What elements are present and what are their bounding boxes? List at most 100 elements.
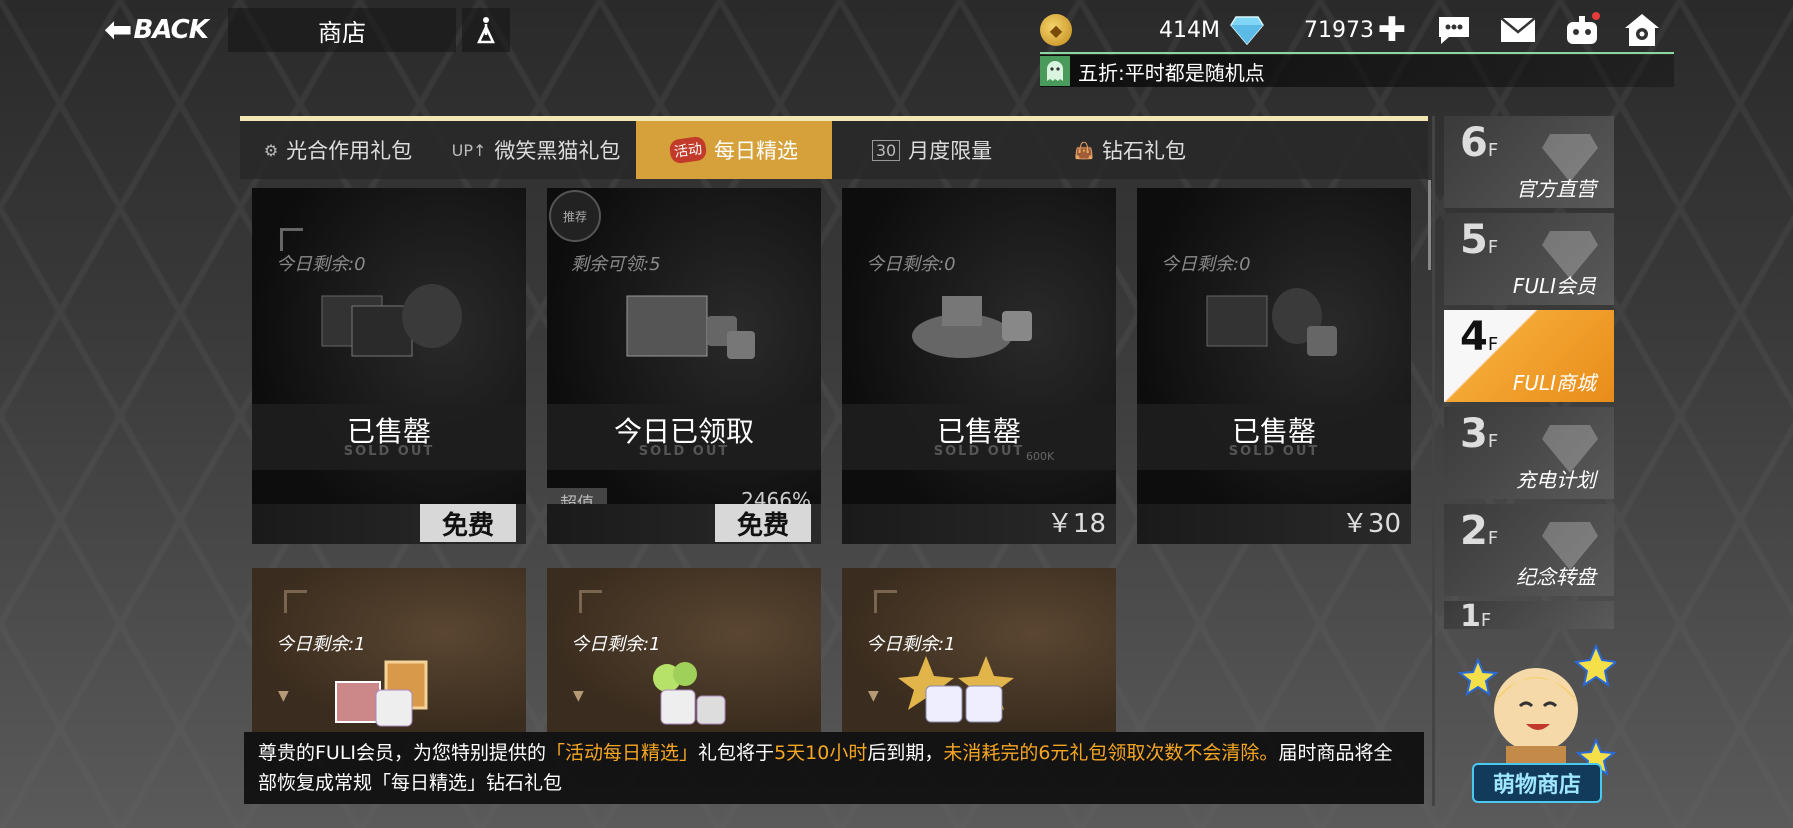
chat-icon xyxy=(1439,17,1469,44)
tab-label: 光合作用礼包 xyxy=(286,139,413,163)
floor-label: FULI会员 xyxy=(1512,274,1596,298)
card-artwork xyxy=(842,188,1116,544)
card-artwork xyxy=(1137,188,1411,544)
card-corner xyxy=(284,590,307,613)
floor-4[interactable]: 4F FULI商城 xyxy=(1444,310,1614,402)
pack-card-5[interactable]: 今日剩余:1 ▼ xyxy=(252,568,526,732)
gold-resource: ◆ xyxy=(1040,10,1072,50)
floor-3[interactable]: 3F 充电计划 xyxy=(1444,407,1614,499)
profile-button[interactable] xyxy=(1562,10,1602,50)
chat-button[interactable] xyxy=(1434,10,1474,50)
sold-out-text: SOLD OUT xyxy=(638,444,730,459)
tab-label: 钻石礼包 xyxy=(1101,139,1186,163)
floor-6[interactable]: 6F 官方直营 xyxy=(1444,116,1614,208)
settings-button[interactable] xyxy=(1622,10,1662,50)
tab-bar: ⚙ 光合作用礼包 UP↑ 微笑黑猫礼包 活动 每日精选 30 月度限量 👜 钻石… xyxy=(240,121,1428,179)
tab-smile-cat[interactable]: UP↑ 微笑黑猫礼包 xyxy=(436,121,636,179)
floor-label: 官方直营 xyxy=(1516,177,1596,201)
floor-label: 纪念转盘 xyxy=(1516,565,1596,589)
diamond-amount: 71973 xyxy=(1304,17,1374,43)
plus-icon: ✚ xyxy=(1377,10,1407,50)
home-gear-icon xyxy=(1625,14,1659,46)
gold-coin-icon: ◆ xyxy=(1040,14,1072,46)
pack-card-1[interactable]: 今日剩余:0 已售罄 SOLD OUT 免费 xyxy=(252,188,526,544)
sold-out-text: SOLD OUT xyxy=(933,444,1025,459)
pack-card-2[interactable]: 推荐 剩余可领:5 今日已领取 SOLD OUT 超值 2466% 免费 xyxy=(547,188,821,544)
floor-number: 5F xyxy=(1460,217,1499,263)
card-corner xyxy=(874,590,897,613)
floor-5[interactable]: 5F FULI会员 xyxy=(1444,213,1614,305)
gold-amount: 414M xyxy=(1159,17,1220,43)
floor-1[interactable]: 1F xyxy=(1444,601,1614,629)
event-badge-icon: 活动 xyxy=(668,135,708,165)
stock-label: 今日剩余:1 xyxy=(571,634,661,655)
price-button[interactable]: ￥18 xyxy=(1047,503,1106,540)
stock-label: 今日剩余:1 xyxy=(276,634,366,655)
notice-segment: 后到期， xyxy=(867,742,944,764)
triangle-marker-icon: ▼ xyxy=(868,688,879,704)
tab-diamond-pack[interactable]: 👜 钻石礼包 xyxy=(1032,121,1228,179)
bag-icon: 👜 xyxy=(1074,140,1094,160)
tab-daily-select[interactable]: 活动 每日精选 xyxy=(636,121,832,179)
floor-number: 1F xyxy=(1460,601,1492,629)
pack-card-7[interactable]: 今日剩余:1 ▼ xyxy=(842,568,1116,732)
mail-button[interactable] xyxy=(1498,10,1538,50)
notice-bar: 五折:平时都是随机点 xyxy=(1040,55,1674,87)
floor-number: 3F xyxy=(1460,411,1499,457)
back-label: BACK xyxy=(133,15,209,45)
tab-photosynthesis[interactable]: ⚙ 光合作用礼包 xyxy=(240,121,436,179)
calendar-30-icon: 30 xyxy=(871,139,901,161)
stock-label: 今日剩余:0 xyxy=(866,254,956,275)
hint-icon xyxy=(477,17,495,44)
triangle-marker-icon: ▼ xyxy=(573,688,584,704)
price-button[interactable]: ￥30 xyxy=(1342,503,1401,540)
gift-bundle-image xyxy=(321,284,462,357)
ghost-mascot-icon xyxy=(1040,56,1070,86)
floor-label: FULI商城 xyxy=(1512,371,1596,395)
scrollbar[interactable] xyxy=(1428,180,1431,270)
tab-label: 月度限量 xyxy=(908,139,993,163)
recommend-badge: 推荐 xyxy=(549,190,601,242)
card-corner xyxy=(280,228,303,251)
pack-card-6[interactable]: 今日剩余:1 ▼ xyxy=(547,568,821,732)
tab-label: 微笑黑猫礼包 xyxy=(494,139,621,163)
cute-shop-button[interactable]: 萌物商店 xyxy=(1472,763,1602,803)
notice-highlight: 未消耗完的6元礼包领取次数不会清除。 xyxy=(943,742,1279,764)
tab-monthly-limited[interactable]: 30 月度限量 xyxy=(832,121,1032,179)
price-free-button[interactable]: 免费 xyxy=(420,504,516,542)
floor-2[interactable]: 2F 纪念转盘 xyxy=(1444,504,1614,596)
bonus-amount: 600K xyxy=(1026,450,1055,463)
pack-card-4[interactable]: 今日剩余:0 已售罄 SOLD OUT ￥30 xyxy=(1137,188,1411,544)
price-free-button[interactable]: 免费 xyxy=(715,504,811,542)
stock-label: 剩余可领:5 xyxy=(571,254,661,275)
sun-gear-icon: ⚙ xyxy=(263,140,279,160)
card-corner xyxy=(579,590,602,613)
pack-card-3[interactable]: 今日剩余:0 已售罄 SOLD OUT 600K ￥18 xyxy=(842,188,1116,544)
expiry-notice: 尊贵的FULI会员，为您特别提供的「活动每日精选」礼包将于5天10小时后到期，未… xyxy=(244,732,1424,804)
notice-segment: 礼包将于 xyxy=(698,742,775,764)
notice-highlight: 「活动每日精选」 xyxy=(546,742,699,764)
floor-number: 4F xyxy=(1460,314,1499,360)
side-divider xyxy=(1432,116,1435,806)
notice-text: 五折:平时都是随机点 xyxy=(1078,60,1265,85)
diamond-icon xyxy=(1230,15,1264,45)
up-badge-icon: UP↑ xyxy=(451,140,487,160)
sold-out-text: SOLD OUT xyxy=(1228,444,1320,459)
gift-box-image xyxy=(626,295,755,359)
help-button[interactable] xyxy=(462,8,510,52)
add-diamond-button[interactable]: ✚ xyxy=(1372,10,1412,50)
sold-out-text: SOLD OUT xyxy=(343,444,435,459)
stock-label: 今日剩余:0 xyxy=(276,254,366,275)
floor-number: 2F xyxy=(1460,508,1499,554)
floor-number: 6F xyxy=(1460,120,1499,166)
tab-label: 每日精选 xyxy=(714,139,798,163)
back-button[interactable]: ⬅ BACK xyxy=(104,8,228,52)
notice-highlight: 5天10小时 xyxy=(774,742,868,764)
notice-segment: 尊贵的FULI会员，为您特别提供的 xyxy=(258,742,547,764)
back-arrow-icon: ⬅ xyxy=(104,10,132,50)
stamp-dice-image xyxy=(335,660,428,727)
dice-bundle-image xyxy=(1206,288,1337,356)
header-divider xyxy=(1040,52,1674,54)
page-title: 商店 xyxy=(228,8,456,52)
clover-dice-image xyxy=(653,662,726,725)
